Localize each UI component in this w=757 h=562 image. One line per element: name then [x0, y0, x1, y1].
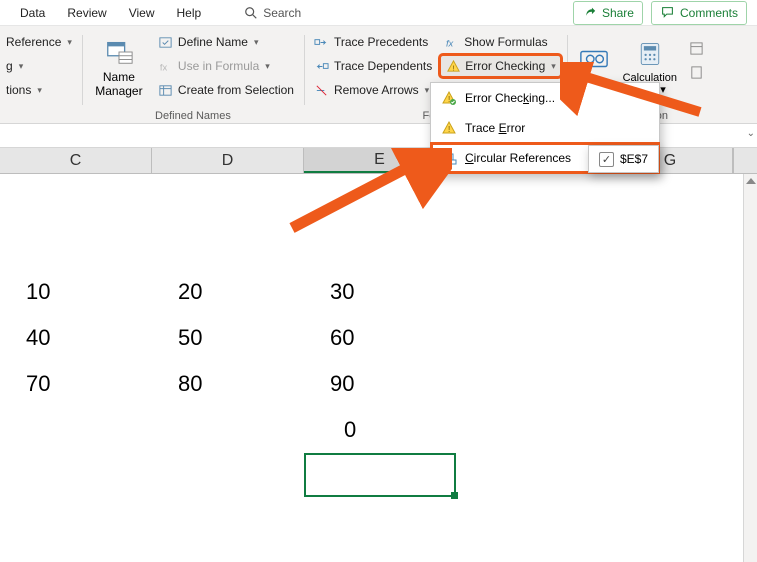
svg-text:fx: fx [160, 62, 168, 72]
cell[interactable]: 0 [304, 407, 456, 453]
chevron-down-icon[interactable]: ⌄ [747, 128, 755, 139]
comments-icon [660, 5, 676, 21]
cell[interactable]: 80 [152, 361, 304, 407]
error-checking-button[interactable]: ! Error Checking▾ [440, 55, 561, 77]
cell[interactable]: 50 [152, 315, 304, 361]
group-lookup: Reference▾ g▾ tions▾ [0, 29, 82, 123]
table-row: 0 [0, 407, 757, 453]
name-manager-icon [103, 36, 135, 68]
menu-error-checking-label: Error Checking... [465, 91, 555, 105]
calc-now-button[interactable] [685, 37, 709, 59]
vertical-scrollbar[interactable] [743, 174, 757, 562]
tabstrip: Data Review View Help Search Share Comme… [0, 0, 757, 26]
show-formulas-icon: fx [444, 34, 460, 50]
use-in-formula-icon: fx [158, 58, 174, 74]
svg-text:!: ! [448, 95, 450, 104]
menu-trace-error-label: Trace Error [465, 121, 525, 135]
trace-precedents-label: Trace Precedents [334, 35, 428, 49]
trace-precedents-button[interactable]: Trace Precedents [310, 31, 436, 53]
name-manager-label: Name Manager [95, 71, 142, 97]
more-functions-button[interactable]: tions▾ [2, 79, 76, 101]
cell[interactable]: 40 [0, 315, 152, 361]
col-header-d[interactable]: D [152, 148, 304, 173]
define-name-label: Define Name [178, 35, 248, 49]
cell[interactable]: 30 [304, 269, 456, 315]
create-from-selection-label: Create from Selection [178, 83, 294, 97]
trace-dependents-label: Trace Dependents [334, 59, 432, 73]
show-formulas-button[interactable]: fx Show Formulas [440, 31, 561, 53]
trace-precedents-icon [314, 34, 330, 50]
lookup-reference-button[interactable]: Reference▾ [2, 31, 76, 53]
remove-arrows-button[interactable]: Remove Arrows▾ [310, 79, 436, 101]
share-label: Share [602, 6, 634, 20]
table-row: 10 20 30 [0, 269, 757, 315]
define-name-icon [158, 34, 174, 50]
use-in-formula-button: fx Use in Formula▾ [154, 55, 298, 77]
tell-me-search[interactable]: Search [243, 5, 301, 21]
table-row: 40 50 60 [0, 315, 757, 361]
math-trig-label: g [6, 59, 13, 73]
circular-references-icon [441, 150, 457, 166]
cell[interactable]: 20 [152, 269, 304, 315]
menu-error-checking[interactable]: ! Error Checking... [431, 83, 659, 113]
share-icon [582, 5, 598, 21]
create-from-selection-button[interactable]: Create from Selection [154, 79, 298, 101]
error-checking-icon: ! [445, 58, 461, 74]
cell[interactable]: 90 [304, 361, 456, 407]
active-cell-selection [304, 453, 456, 497]
cell[interactable]: 70 [0, 361, 152, 407]
svg-text:fx: fx [446, 38, 454, 48]
show-formulas-label: Show Formulas [464, 35, 547, 49]
header-gutter [733, 148, 747, 173]
cell[interactable] [0, 407, 152, 453]
cell[interactable]: 10 [0, 269, 152, 315]
menu-circular-references-label: Circular References [465, 151, 571, 165]
col-header-c[interactable]: C [0, 148, 152, 173]
warning-triangle-icon: ! [441, 90, 457, 106]
tab-review[interactable]: Review [57, 2, 116, 24]
worksheet-grid[interactable]: 10 20 30 40 50 60 70 80 90 0 [0, 174, 757, 562]
tab-help[interactable]: Help [167, 2, 212, 24]
defined-names-group-label: Defined Names [88, 108, 298, 122]
warning-triangle-icon: ! [441, 120, 457, 136]
more-functions-label: tions [6, 83, 31, 97]
checkbox-icon: ✓ [599, 152, 614, 167]
error-checking-label: Error Checking [465, 59, 545, 73]
menu-trace-error[interactable]: ! Trace Error [431, 113, 659, 143]
svg-text:!: ! [448, 125, 450, 134]
remove-arrows-label: Remove Arrows [334, 83, 419, 97]
lookup-reference-label: Reference [6, 35, 61, 49]
tab-view[interactable]: View [119, 2, 165, 24]
watch-window-icon [578, 43, 610, 75]
comments-label: Comments [680, 6, 738, 20]
use-in-formula-label: Use in Formula [178, 59, 259, 73]
group-defined-names: Name Manager Define Name▾ fx Use in Form… [82, 29, 304, 123]
calc-now-icon [689, 40, 705, 56]
search-icon [243, 5, 259, 21]
svg-text:!: ! [452, 63, 454, 72]
flyout-cell-ref[interactable]: $E$7 [620, 152, 648, 166]
search-label: Search [263, 6, 301, 20]
scroll-up-icon[interactable] [746, 178, 756, 184]
trace-dependents-icon [314, 58, 330, 74]
cell[interactable] [152, 407, 304, 453]
create-from-selection-icon [158, 82, 174, 98]
table-row: 70 80 90 [0, 361, 757, 407]
comments-button[interactable]: Comments [651, 1, 747, 25]
remove-arrows-icon [314, 82, 330, 98]
name-manager-button[interactable]: Name Manager [88, 31, 150, 103]
calculation-options-icon [634, 38, 666, 70]
calc-sheet-icon [689, 64, 705, 80]
math-trig-button[interactable]: g▾ [2, 55, 76, 77]
share-button[interactable]: Share [573, 1, 643, 25]
trace-dependents-button[interactable]: Trace Dependents [310, 55, 436, 77]
calc-sheet-button[interactable] [685, 61, 709, 83]
cell[interactable]: 60 [304, 315, 456, 361]
circular-references-flyout: ✓ $E$7 [588, 145, 659, 173]
tab-data[interactable]: Data [10, 2, 55, 24]
define-name-button[interactable]: Define Name▾ [154, 31, 298, 53]
